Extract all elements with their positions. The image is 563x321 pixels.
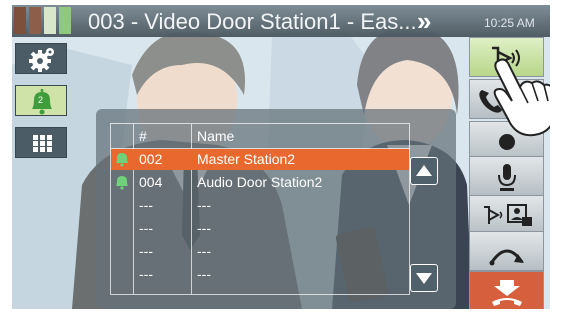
station-name: --- bbox=[197, 220, 211, 236]
hang-up-icon bbox=[492, 280, 522, 306]
notification-count: 2 bbox=[38, 95, 44, 105]
station-name: --- bbox=[197, 266, 211, 282]
keypad-button[interactable] bbox=[15, 127, 67, 158]
station-number: --- bbox=[139, 266, 153, 282]
scroll-down-button[interactable] bbox=[410, 264, 438, 292]
station-name: Audio Door Station2 bbox=[197, 174, 323, 190]
door-station-screen: 003 - Video Door Station1 - Eas... » 10:… bbox=[12, 5, 550, 309]
station-list-panel: # Name 002 Master Station2 004 Audio Doo… bbox=[96, 109, 456, 309]
status-indicator bbox=[14, 7, 26, 34]
station-number: --- bbox=[139, 197, 153, 213]
station-number: 002 bbox=[139, 151, 163, 167]
station-title: 003 - Video Door Station1 - Eas... bbox=[88, 9, 417, 34]
clock: 10:25 AM bbox=[484, 16, 535, 30]
notification-button[interactable]: 2 bbox=[15, 85, 67, 116]
transfer-button[interactable] bbox=[469, 195, 544, 235]
end-call-button[interactable] bbox=[469, 271, 544, 309]
scroll-up-button[interactable] bbox=[410, 157, 438, 185]
station-number: --- bbox=[139, 220, 153, 236]
station-number: 004 bbox=[139, 174, 163, 190]
table-row[interactable]: --- --- bbox=[111, 218, 409, 239]
microphone-button[interactable] bbox=[469, 156, 544, 196]
station-number: --- bbox=[139, 243, 153, 259]
microphone-icon bbox=[498, 164, 516, 191]
table-row[interactable]: --- --- bbox=[111, 195, 409, 216]
table-row[interactable]: 004 Audio Door Station2 bbox=[111, 172, 409, 193]
tapping-hand-icon bbox=[493, 58, 550, 137]
station-table: # Name 002 Master Station2 004 Audio Doo… bbox=[110, 123, 410, 295]
triangle-down-icon bbox=[416, 273, 432, 284]
keypad-icon bbox=[33, 135, 52, 152]
table-row[interactable]: 002 Master Station2 bbox=[111, 149, 409, 170]
title-bar: 003 - Video Door Station1 - Eas... » 10:… bbox=[12, 5, 550, 37]
settings-button[interactable] bbox=[15, 43, 67, 74]
triangle-up-icon bbox=[416, 165, 432, 176]
gear-icon bbox=[29, 48, 54, 72]
bell-icon bbox=[116, 153, 128, 167]
bell-icon bbox=[116, 176, 128, 190]
pan-button[interactable] bbox=[469, 231, 544, 271]
station-name: --- bbox=[197, 243, 211, 259]
station-name: --- bbox=[197, 197, 211, 213]
status-indicator bbox=[29, 7, 41, 34]
door-transfer-icon bbox=[484, 204, 532, 226]
table-header: # Name bbox=[111, 124, 409, 149]
table-row[interactable]: --- --- bbox=[111, 241, 409, 262]
next-station-button[interactable]: » bbox=[417, 6, 431, 37]
arc-arrow-icon bbox=[489, 249, 524, 266]
table-row[interactable]: --- --- bbox=[111, 264, 409, 285]
column-header-name: Name bbox=[197, 128, 235, 144]
status-indicator bbox=[44, 7, 56, 34]
column-header-number: # bbox=[139, 128, 147, 144]
status-indicator bbox=[59, 7, 71, 34]
station-name: Master Station2 bbox=[197, 151, 296, 167]
